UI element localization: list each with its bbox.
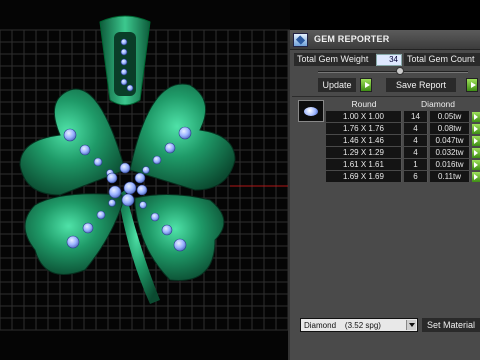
gem xyxy=(126,84,134,92)
row-go-icon[interactable] xyxy=(472,136,480,146)
gem-count-cell: 4 xyxy=(404,147,428,158)
gem xyxy=(93,157,103,167)
gem-table: Round Diamond 1.00 X 1.00 14 0.05tw 1.76 X … xyxy=(326,99,480,183)
gem xyxy=(108,199,116,207)
gem-weight-cell: 0.11tw xyxy=(430,171,470,182)
gem-count-cell: 6 xyxy=(404,171,428,182)
gem-thumbnail-image xyxy=(304,107,318,116)
set-material-button[interactable]: Set Material xyxy=(422,318,480,332)
gem xyxy=(82,222,94,234)
gem xyxy=(178,126,192,140)
row-go-icon[interactable] xyxy=(472,112,480,122)
gem xyxy=(136,184,148,196)
3d-viewport[interactable] xyxy=(0,0,290,360)
clover-pendant-model[interactable] xyxy=(0,0,290,360)
gem-weight-cell: 0.016tw xyxy=(430,159,470,170)
row-go-icon[interactable] xyxy=(472,172,480,182)
gem-weight-cell: 0.08tw xyxy=(430,123,470,134)
gem xyxy=(106,172,118,184)
gem xyxy=(142,166,150,174)
gem-count-cell: 4 xyxy=(404,135,428,146)
gem xyxy=(79,144,91,156)
gem xyxy=(96,210,106,220)
material-bar: Diamond (3.52 spg) Set Material xyxy=(292,312,480,360)
gem xyxy=(121,193,135,207)
table-row[interactable]: 1.61 X 1.61 1 0.016tw xyxy=(326,159,480,171)
gem xyxy=(120,58,128,66)
panel-header: GEM REPORTER xyxy=(290,30,480,50)
row-go-icon[interactable] xyxy=(472,124,480,134)
chevron-down-icon[interactable] xyxy=(406,320,416,330)
gem xyxy=(123,181,137,195)
update-go-icon[interactable] xyxy=(360,78,372,92)
gem xyxy=(150,212,160,222)
gem-weight-cell: 0.05tw xyxy=(430,111,470,122)
save-report-control[interactable]: Save Report xyxy=(386,78,480,92)
gem-size-cell: 1.46 X 1.46 xyxy=(326,135,402,146)
total-gem-weight-value: 34 xyxy=(376,54,402,66)
row-go-icon[interactable] xyxy=(472,148,480,158)
table-row[interactable]: 1.00 X 1.00 14 0.05tw xyxy=(326,111,480,123)
gem xyxy=(134,172,146,184)
gem xyxy=(152,155,162,165)
table-row[interactable]: 1.76 X 1.76 4 0.08tw xyxy=(326,123,480,135)
gem-table-body: 1.00 X 1.00 14 0.05tw 1.76 X 1.76 4 0.08tw 1.4… xyxy=(326,111,480,183)
gem xyxy=(66,235,80,249)
gem xyxy=(173,238,187,252)
gem-weight-cell: 0.032tw xyxy=(430,147,470,158)
gem xyxy=(120,78,128,86)
gem-count-cell: 1 xyxy=(404,159,428,170)
gem xyxy=(63,128,77,142)
save-report-go-icon[interactable] xyxy=(466,78,478,92)
gem-size-cell: 1.61 X 1.61 xyxy=(326,159,402,170)
gem-slider-thumb[interactable] xyxy=(396,67,404,75)
gem-size-cell: 1.29 X 1.29 xyxy=(326,147,402,158)
gem-size-cell: 1.00 X 1.00 xyxy=(326,111,402,122)
round-gem-icon[interactable] xyxy=(298,100,324,122)
table-row[interactable]: 1.69 X 1.69 6 0.11tw xyxy=(326,171,480,183)
gem xyxy=(108,185,122,199)
gem xyxy=(139,201,147,209)
gem-reporter-logo-icon xyxy=(293,33,308,47)
gem-slider-track[interactable] xyxy=(318,71,468,73)
material-select[interactable]: Diamond (3.52 spg) xyxy=(300,318,418,332)
gem-size-cell: 1.76 X 1.76 xyxy=(326,123,402,134)
gem xyxy=(120,38,128,46)
total-gem-weight-label: Total Gem Weight xyxy=(294,53,376,66)
table-row[interactable]: 1.46 X 1.46 4 0.047tw xyxy=(326,135,480,147)
gem-weight-cell: 0.047tw xyxy=(430,135,470,146)
panel-divider xyxy=(292,96,480,97)
total-gem-count-label: Total Gem Count xyxy=(404,53,480,66)
gem-count-cell: 14 xyxy=(404,111,428,122)
panel-title: GEM REPORTER xyxy=(314,34,390,44)
table-row[interactable]: 1.29 X 1.29 4 0.032tw xyxy=(326,147,480,159)
gem xyxy=(119,162,131,174)
gem xyxy=(120,48,128,56)
totals-row: Total Gem Weight 34 Total Gem Count xyxy=(292,52,480,66)
header-material: Diamond xyxy=(420,99,456,109)
gem-table-header: Round Diamond xyxy=(326,99,480,111)
gem xyxy=(161,224,173,236)
gem-size-cell: 1.69 X 1.69 xyxy=(326,171,402,182)
gem xyxy=(120,68,128,76)
update-control[interactable]: Update xyxy=(318,78,378,92)
material-select-value: Diamond (3.52 spg) xyxy=(304,321,381,330)
save-report-button[interactable]: Save Report xyxy=(386,78,456,92)
gem xyxy=(164,142,176,154)
update-button[interactable]: Update xyxy=(318,78,356,92)
row-go-icon[interactable] xyxy=(472,160,480,170)
header-shape: Round xyxy=(351,99,377,109)
gem-reporter-panel: GEM REPORTER Total Gem Weight 34 Total G… xyxy=(288,30,480,360)
gem-count-cell: 4 xyxy=(404,123,428,134)
